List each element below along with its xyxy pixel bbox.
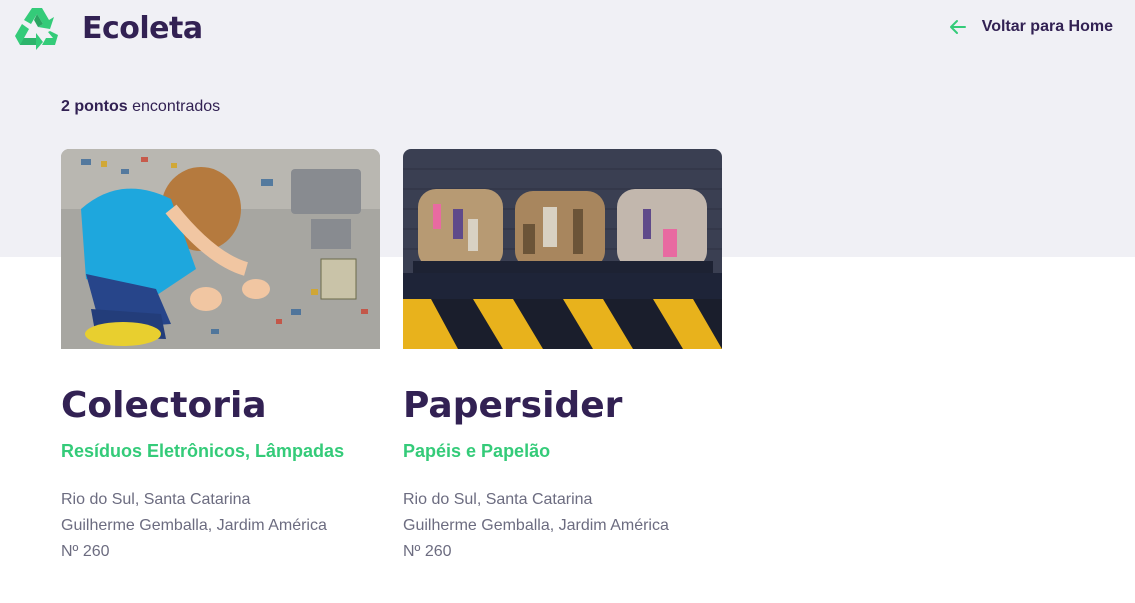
arrow-left-icon — [949, 20, 966, 34]
recycle-icon — [15, 8, 58, 50]
results-count-number: 2 pontos — [61, 98, 128, 115]
point-image — [61, 149, 380, 349]
point-address: Rio do Sul, Santa Catarina Guilherme Gem… — [61, 487, 380, 565]
results-count-suffix: encontrados — [127, 98, 221, 115]
point-card[interactable]: Papersider Papéis e Papelão Rio do Sul, … — [403, 149, 722, 565]
results-count: 2 pontos encontrados — [61, 98, 220, 116]
point-items: Resíduos Eletrônicos, Lâmpadas — [61, 441, 345, 461]
point-number: Nº 260 — [61, 543, 110, 560]
logo: Ecoleta — [12, 5, 203, 51]
point-items: Papéis e Papelão — [403, 441, 551, 461]
point-address: Rio do Sul, Santa Catarina Guilherme Gem… — [403, 487, 722, 565]
point-street: Guilherme Gemballa, Jardim América — [61, 517, 327, 534]
back-to-home-link[interactable]: Voltar para Home — [948, 17, 1113, 37]
point-number: Nº 260 — [403, 543, 452, 560]
point-image — [403, 149, 722, 349]
back-to-home-label: Voltar para Home — [981, 18, 1113, 35]
point-city-state: Rio do Sul, Santa Catarina — [61, 491, 251, 508]
point-street: Guilherme Gemballa, Jardim América — [403, 517, 669, 534]
point-city-state: Rio do Sul, Santa Catarina — [403, 491, 593, 508]
logo-text: Ecoleta — [82, 10, 203, 46]
header: Ecoleta Voltar para Home — [0, 0, 1135, 60]
point-card[interactable]: Colectoria Resíduos Eletrônicos, Lâmpada… — [61, 149, 380, 565]
point-name: Colectoria — [61, 385, 267, 426]
point-name: Papersider — [403, 385, 623, 426]
